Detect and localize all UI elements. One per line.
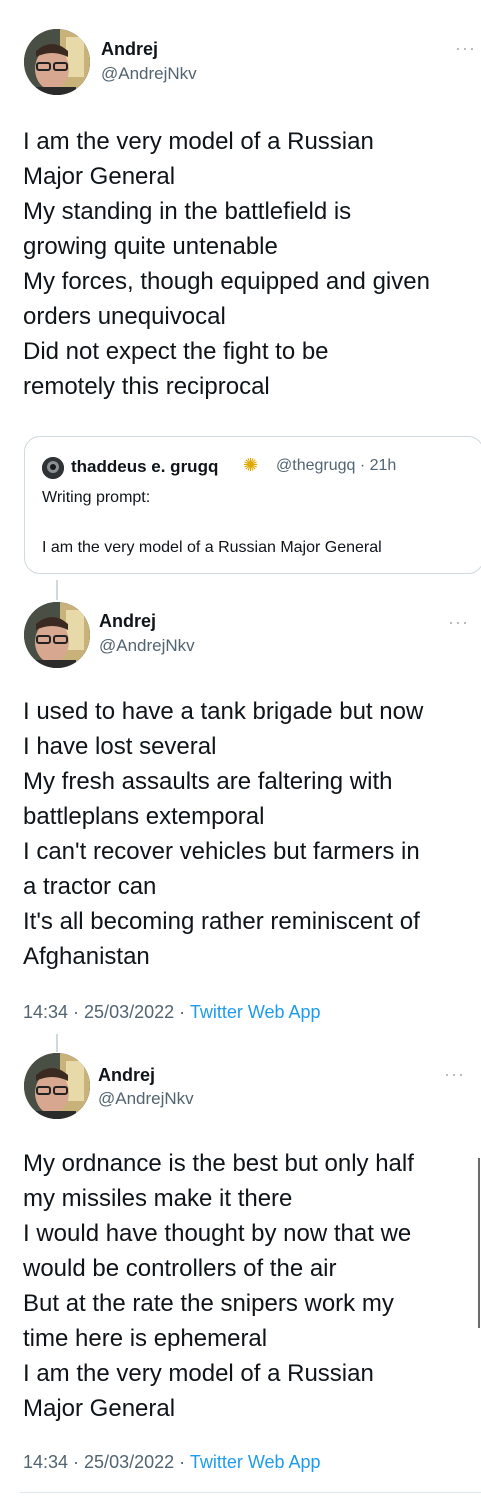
source-app-link[interactable]: Twitter Web App: [190, 1452, 321, 1472]
tweet-line: Afghanistan: [23, 943, 150, 970]
handle[interactable]: @AndrejNkv: [98, 1089, 194, 1109]
avatar-photo: [24, 1053, 90, 1119]
tweet-line: But at the rate the snipers work my: [23, 1290, 394, 1317]
avatar[interactable]: [24, 1053, 90, 1119]
quote-avatar: [42, 457, 64, 479]
quote-handle-time: @thegrugq · 21h: [276, 457, 397, 474]
tweet-line: I am the very model of a Russian: [23, 128, 374, 155]
avatar[interactable]: [24, 602, 90, 668]
tweet-line: battleplans extemporal: [23, 803, 265, 830]
tweet-line: orders unequivocal: [23, 303, 226, 330]
handle[interactable]: @AndrejNkv: [99, 636, 195, 656]
avatar-photo: [24, 29, 90, 95]
tweet-line: I used to have a tank brigade but now: [23, 698, 424, 725]
thread-line: [56, 1034, 58, 1052]
tweet-line: my missiles make it there: [23, 1185, 293, 1212]
tweet-line: I would have thought by now that we: [23, 1220, 412, 1247]
quoted-tweet[interactable]: thaddeus e. grugq ✺ @thegrugq · 21h Writ…: [24, 436, 481, 574]
timestamp[interactable]: 14:34 · 25/03/2022 ·: [23, 1002, 190, 1022]
tweet-line: would be controllers of the air: [23, 1255, 337, 1282]
tweet-line: I am the very model of a Russian: [23, 1360, 374, 1387]
tweet-line: I can't recover vehicles but farmers in: [23, 838, 420, 865]
quote-text: I am the very model of a Russian Major G…: [42, 539, 382, 556]
tweet-line: Major General: [23, 1395, 176, 1422]
tweet-line: Did not expect the fight to be: [23, 338, 329, 365]
tweet-line: It's all becoming rather reminiscent of: [23, 908, 420, 935]
tweet-line: My fresh assaults are faltering with: [23, 768, 393, 795]
more-icon[interactable]: ···: [444, 1064, 465, 1085]
quote-display-name: thaddeus e. grugq: [71, 457, 219, 476]
avatar[interactable]: [24, 29, 90, 95]
tweet-text: My ordnance is the best but only half my…: [23, 1146, 478, 1426]
tweet-meta: 14:34 · 25/03/2022 · Twitter Web App: [23, 1002, 321, 1023]
tweet-line: time here is ephemeral: [23, 1325, 268, 1352]
tweet-line: a tractor can: [23, 873, 157, 900]
tweet-line: remotely this reciprocal: [23, 373, 270, 400]
tweet-meta: 14:34 · 25/03/2022 · Twitter Web App: [23, 1452, 321, 1473]
divider: [20, 1492, 481, 1493]
avatar-photo: [24, 602, 90, 668]
more-icon[interactable]: ···: [455, 38, 476, 59]
quote-label: Writing prompt:: [42, 489, 151, 506]
handle[interactable]: @AndrejNkv: [101, 64, 197, 84]
tweet-line: growing quite untenable: [23, 233, 278, 260]
tweet-line: My forces, though equipped and given: [23, 268, 430, 295]
tweet-line: My standing in the battlefield is: [23, 198, 352, 225]
timestamp[interactable]: 14:34 · 25/03/2022 ·: [23, 1452, 190, 1472]
tweet-line: My ordnance is the best but only half: [23, 1150, 414, 1177]
thread-line: [56, 580, 58, 600]
tweet-text: I used to have a tank brigade but now I …: [23, 694, 478, 974]
tweet-line: Major General: [23, 163, 176, 190]
display-name[interactable]: Andrej: [101, 39, 158, 60]
display-name[interactable]: Andrej: [98, 1065, 155, 1086]
scrollbar[interactable]: [478, 1158, 480, 1328]
tweet-line: I have lost several: [23, 733, 217, 760]
more-icon[interactable]: ···: [448, 612, 469, 633]
source-app-link[interactable]: Twitter Web App: [190, 1002, 321, 1022]
sunflower-icon: ✺: [243, 455, 259, 475]
display-name[interactable]: Andrej: [99, 611, 156, 632]
tweet-text: I am the very model of a Russian Major G…: [23, 124, 478, 404]
